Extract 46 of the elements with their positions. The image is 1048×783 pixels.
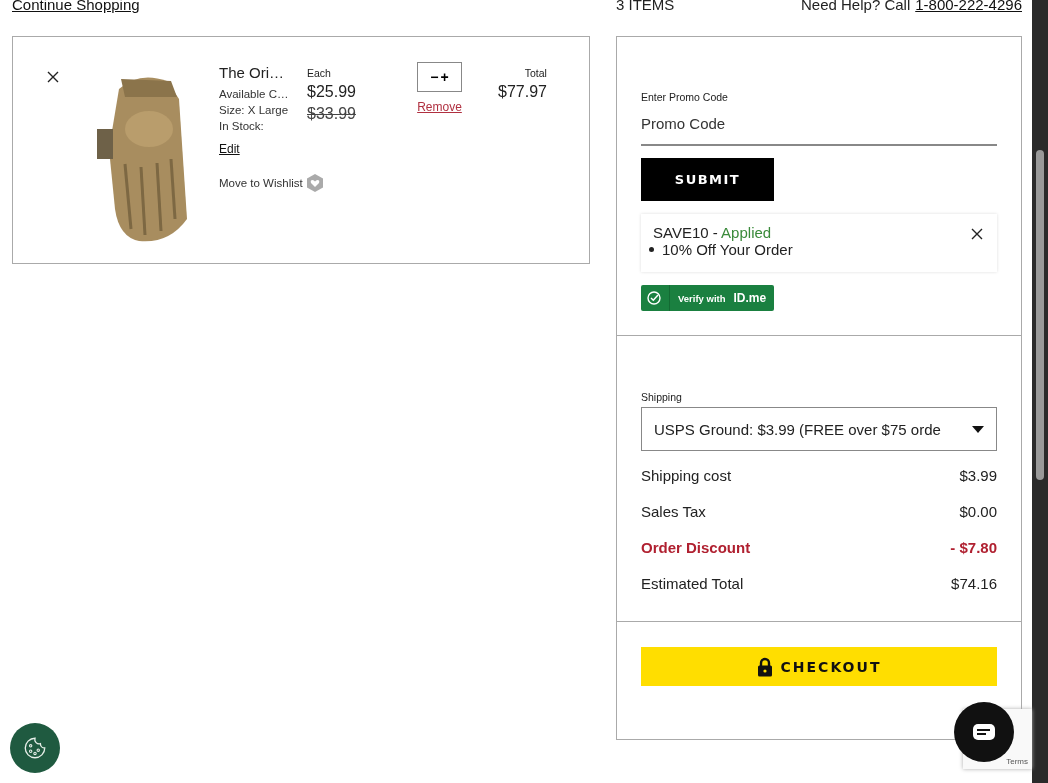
summary-label: Sales Tax — [641, 502, 706, 520]
summary-label: Order Discount — [641, 538, 751, 556]
increase-button[interactable]: + — [439, 69, 450, 85]
move-to-wishlist-link[interactable]: Move to Wishlist — [219, 177, 303, 189]
close-icon[interactable] — [47, 71, 59, 83]
chat-icon — [972, 723, 996, 741]
cookie-settings-button[interactable] — [10, 723, 60, 773]
availability-text: Available C… — [219, 88, 290, 100]
decrease-button[interactable]: − — [429, 69, 440, 85]
promo-detail: 10% Off Your Order — [662, 241, 793, 258]
each-label: Each — [307, 67, 332, 79]
size-text: Size: X Large — [219, 104, 290, 116]
summary-value: $3.99 — [959, 466, 997, 484]
caret-icon — [972, 425, 984, 433]
promo-code-field[interactable]: Promo Code — [641, 115, 997, 146]
promo-code-text: SAVE10 - — [653, 224, 718, 241]
line-total: $77.97 — [498, 83, 547, 101]
summary-value: $0.00 — [959, 502, 997, 520]
summary-label: Shipping cost — [641, 466, 732, 484]
phone-link[interactable]: 1-800-222-4296 — [915, 0, 1022, 13]
promo-label: Enter Promo Code — [641, 91, 729, 103]
total-label: Total — [523, 67, 547, 79]
summary-value: - $7.80 — [950, 538, 997, 556]
close-icon[interactable] — [971, 228, 983, 240]
summary-label: Estimated Total — [641, 574, 744, 592]
stock-text: In Stock: — [219, 120, 265, 132]
help-text: Need Help? Call — [801, 0, 911, 13]
shipping-label: Shipping — [641, 391, 683, 403]
unit-price: $25.99 — [307, 83, 357, 101]
scrollbar[interactable] — [1032, 0, 1048, 783]
cookie-icon — [22, 735, 48, 761]
checkout-button[interactable]: CHECKOUT — [641, 647, 997, 686]
product-name[interactable]: The Ori… — [219, 64, 305, 81]
submit-button[interactable]: SUBMIT — [641, 158, 774, 201]
continue-shopping-link[interactable]: Continue Shopping — [12, 0, 140, 13]
original-price: $33.99 — [307, 105, 357, 123]
lock-icon — [756, 656, 773, 677]
item-count: 3 ITEMS — [616, 0, 675, 13]
verify-idme-button[interactable]: Verify with ID.me — [641, 285, 774, 311]
applied-status: Applied — [721, 224, 772, 241]
remove-link[interactable]: Remove — [417, 100, 462, 114]
summary-value: $74.16 — [951, 574, 997, 592]
edit-link[interactable]: Edit — [219, 142, 305, 156]
shipping-select[interactable]: USPS Ground: $3.99 (FREE over $75 orde — [641, 407, 997, 451]
check-circle-icon — [647, 291, 661, 305]
bullet-icon — [649, 247, 654, 252]
